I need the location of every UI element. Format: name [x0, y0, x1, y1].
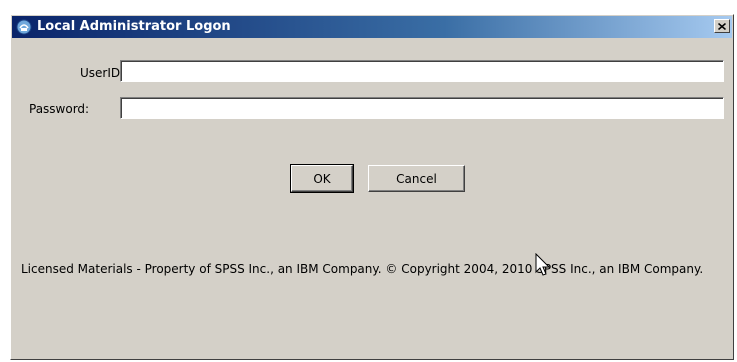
close-button[interactable]: [714, 19, 730, 33]
mouse-cursor-icon: [535, 253, 551, 276]
window-title: Local Administrator Logon: [37, 19, 231, 34]
logon-dialog: Local Administrator Logon UserID: Passwo…: [10, 14, 734, 360]
close-icon: [718, 22, 726, 30]
ok-button[interactable]: OK: [290, 164, 354, 193]
cancel-button[interactable]: Cancel: [368, 165, 465, 192]
userid-label: UserID:: [80, 66, 125, 80]
password-label: Password:: [29, 102, 90, 116]
userid-input[interactable]: [120, 60, 724, 82]
title-bar[interactable]: Local Administrator Logon: [12, 16, 732, 38]
password-input[interactable]: [120, 97, 724, 119]
app-icon: [16, 19, 32, 35]
legal-notice: Licensed Materials - Property of SPSS In…: [21, 262, 704, 276]
